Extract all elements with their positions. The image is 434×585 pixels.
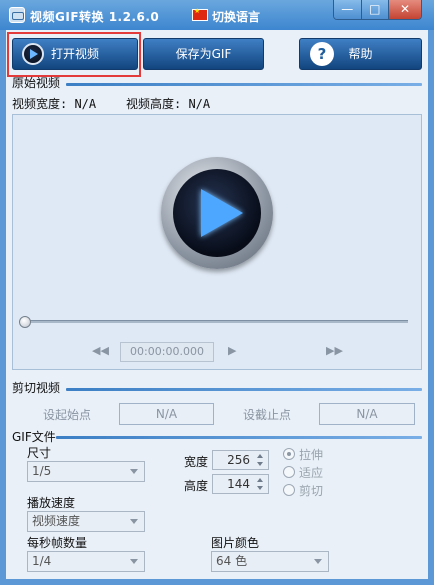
maximize-button[interactable]: □ [361, 0, 390, 19]
large-play-button-face [173, 169, 261, 257]
china-flag-icon[interactable] [192, 7, 208, 21]
playback-speed-label: 播放速度 [27, 496, 76, 510]
fast-forward-icon[interactable]: ▶▶ [326, 344, 343, 358]
window-controls: — □ ✕ [333, 0, 422, 20]
increment-icon[interactable] [254, 475, 266, 484]
chevron-down-icon [130, 469, 138, 474]
playback-speed-select[interactable]: 视频速度 [27, 511, 145, 532]
gif-width-stepper[interactable]: 256 [212, 450, 269, 470]
video-preview-panel: ◀◀ 00:00:00.000 ▶ ▶▶ [12, 114, 422, 370]
video-height-label: 视频高度: N/A [126, 97, 211, 111]
set-end-label[interactable]: 设截止点 [243, 406, 291, 423]
clip-video-divider [66, 388, 422, 391]
image-color-select[interactable]: 64 色 [211, 551, 329, 572]
stretch-radio[interactable] [283, 448, 295, 460]
current-time-display: 00:00:00.000 [120, 342, 214, 362]
video-width-label: 视频宽度: N/A [12, 97, 97, 111]
crop-radio-label: 剪切 [299, 484, 324, 498]
image-color-value: 64 色 [216, 554, 248, 568]
switch-language-link[interactable]: 切换语言 [212, 8, 260, 25]
end-point-field[interactable]: N/A [319, 403, 415, 425]
decrement-icon[interactable] [254, 484, 266, 493]
help-label: 帮助 [348, 47, 373, 61]
rewind-icon[interactable]: ◀◀ [92, 344, 109, 358]
fps-label: 每秒帧数量 [27, 536, 88, 550]
image-color-label: 图片颜色 [211, 536, 260, 550]
question-circle-icon: ? [310, 42, 334, 66]
fps-select[interactable]: 1/4 [27, 551, 145, 572]
large-play-icon [201, 189, 243, 237]
save-gif-button[interactable]: 保存为GIF [143, 38, 264, 70]
chevron-down-icon [130, 519, 138, 524]
source-video-divider [66, 83, 422, 86]
start-point-field[interactable]: N/A [119, 403, 214, 425]
size-label: 尺寸 [27, 446, 52, 460]
stretch-radio-label: 拉伸 [299, 448, 324, 462]
gif-height-stepper[interactable]: 144 [212, 474, 269, 494]
app-icon [9, 7, 25, 23]
seek-bar-track[interactable] [23, 320, 408, 323]
size-select[interactable]: 1/5 [27, 461, 145, 482]
gif-height-label: 高度 [184, 479, 209, 493]
playback-speed-value: 视频速度 [32, 514, 81, 528]
gif-width-value: 256 [227, 453, 250, 467]
chevron-down-icon [314, 559, 322, 564]
increment-icon[interactable] [254, 451, 266, 460]
gif-width-label: 宽度 [184, 455, 209, 469]
chevron-down-icon [130, 559, 138, 564]
close-button[interactable]: ✕ [389, 0, 421, 19]
seek-bar-thumb[interactable] [19, 316, 31, 328]
fit-radio-label: 适应 [299, 466, 324, 480]
crop-radio[interactable] [283, 484, 295, 496]
window-title: 视频GIF转换 1.2.6.0 [30, 10, 160, 24]
minimize-button[interactable]: — [334, 0, 362, 19]
fps-select-value: 1/4 [32, 554, 52, 568]
gif-file-divider [56, 436, 422, 439]
source-video-section-title: 原始视频 [12, 76, 61, 90]
help-button[interactable]: ? 帮助 [299, 38, 422, 70]
focused-button-outline [7, 32, 141, 77]
large-play-button[interactable] [161, 157, 273, 269]
decrement-icon[interactable] [254, 460, 266, 469]
fit-radio[interactable] [283, 466, 295, 478]
save-gif-label: 保存为GIF [175, 47, 232, 61]
size-select-value: 1/5 [32, 464, 52, 478]
title-bar: 视频GIF转换 1.2.6.0 切换语言 — □ ✕ [0, 0, 434, 30]
clip-video-section-title: 剪切视频 [12, 381, 61, 395]
gif-file-section-title: GIF文件 [12, 430, 56, 444]
play-small-icon[interactable]: ▶ [228, 344, 236, 358]
set-start-label[interactable]: 设起始点 [43, 406, 91, 423]
gif-height-value: 144 [227, 477, 250, 491]
